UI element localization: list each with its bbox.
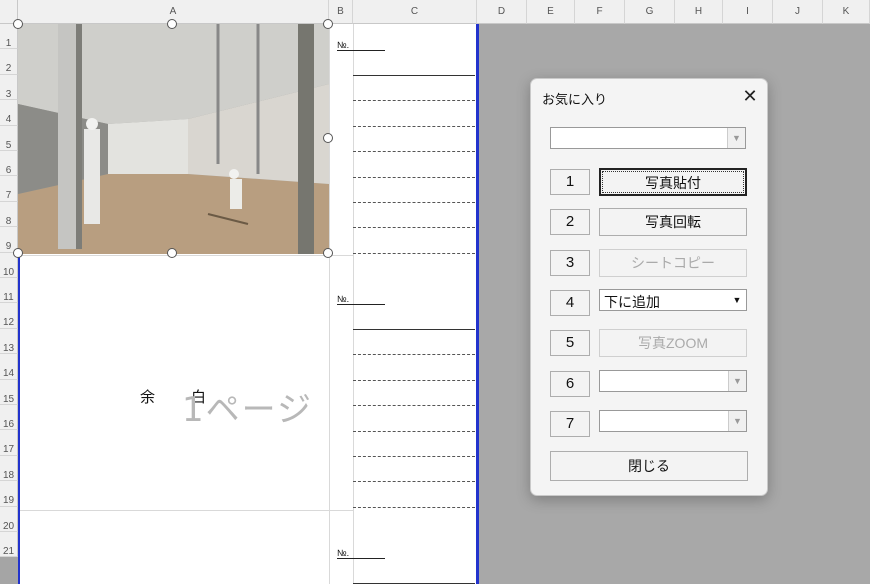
column-header-f[interactable]: F (575, 0, 625, 24)
number-button-1[interactable]: 1 (550, 169, 590, 195)
resize-handle[interactable] (323, 19, 333, 29)
dotted-line (353, 506, 475, 508)
row-header-21[interactable]: 21 (0, 532, 18, 558)
dotted-line (353, 430, 475, 432)
copy-sheet-button[interactable]: シートコピー (599, 249, 747, 277)
column-header-e[interactable]: E (527, 0, 575, 24)
chevron-down-icon[interactable]: ▼ (727, 128, 745, 148)
number-button-5[interactable]: 5 (550, 330, 590, 356)
resize-handle[interactable] (167, 248, 177, 258)
add-below-select[interactable]: 下に追加 ▼ (599, 289, 747, 311)
paste-photo-button[interactable]: 写真貼付 (599, 168, 747, 196)
dotted-line (353, 151, 475, 153)
row-header-19[interactable]: 19 (0, 481, 18, 507)
column-header-b[interactable]: B (329, 0, 353, 24)
number-label: №. (337, 548, 385, 559)
row-header-18[interactable]: 18 (0, 455, 18, 482)
dotted-line (353, 100, 475, 102)
row-header-16[interactable]: 16 (0, 405, 18, 431)
chevron-down-icon[interactable]: ▼ (728, 411, 746, 431)
row-header-5[interactable]: 5 (0, 125, 18, 151)
chevron-down-icon[interactable]: ▼ (728, 371, 746, 391)
column-header-d[interactable]: D (477, 0, 527, 24)
row-header-7[interactable]: 7 (0, 176, 18, 202)
column-header-h[interactable]: H (675, 0, 723, 24)
row-header-20[interactable]: 20 (0, 506, 18, 532)
close-button[interactable]: 閉じる (550, 451, 748, 481)
column-header-c[interactable]: C (353, 0, 477, 24)
column-header-j[interactable]: J (773, 0, 823, 24)
number-label: №. (337, 40, 385, 51)
dotted-line (353, 456, 475, 457)
dotted-line (353, 379, 475, 381)
row-header-13[interactable]: 13 (0, 328, 18, 355)
column-header-g[interactable]: G (625, 0, 675, 24)
row-header-12[interactable]: 12 (0, 303, 18, 329)
dotted-line (353, 125, 475, 127)
number-button-7[interactable]: 7 (550, 411, 590, 437)
number-label: №. (337, 294, 385, 305)
dialog-title: お気に入り (542, 92, 608, 107)
dotted-line (353, 252, 475, 254)
photo-zoom-button[interactable]: 写真ZOOM (599, 329, 747, 357)
add-below-select-value: 下に追加 (604, 294, 660, 310)
option-7-select[interactable]: ▼ (599, 410, 747, 432)
column-header-i[interactable]: I (723, 0, 773, 24)
page-break-right (476, 24, 479, 584)
dotted-line (353, 202, 475, 203)
resize-handle[interactable] (323, 248, 333, 258)
underline (353, 329, 475, 330)
dotted-line (353, 176, 475, 178)
number-button-6[interactable]: 6 (550, 371, 590, 397)
construction-photo[interactable] (18, 24, 329, 254)
option-6-select[interactable]: ▼ (599, 370, 747, 392)
dotted-line (353, 405, 475, 407)
column-header-k[interactable]: K (823, 0, 870, 24)
resize-handle[interactable] (13, 19, 23, 29)
resize-handle[interactable] (13, 248, 23, 258)
page-number-watermark: 1ページ (182, 390, 313, 430)
row-header-14[interactable]: 14 (0, 354, 18, 380)
row-header-8[interactable]: 8 (0, 201, 18, 228)
row-header-3[interactable]: 3 (0, 74, 18, 101)
number-button-2[interactable]: 2 (550, 209, 590, 235)
rotate-photo-button[interactable]: 写真回転 (599, 208, 747, 236)
resize-handle[interactable] (323, 133, 333, 143)
resize-handle[interactable] (167, 19, 177, 29)
number-button-4[interactable]: 4 (550, 290, 590, 316)
favorites-dialog: お気に入り ✕ ▼ 1 写真貼付 2 写真回転 3 シートコピー 4 下に追加 … (530, 78, 768, 496)
row-header-15[interactable]: 15 (0, 379, 18, 405)
row-header-17[interactable]: 17 (0, 430, 18, 456)
number-button-3[interactable]: 3 (550, 250, 590, 276)
dotted-line (353, 354, 475, 356)
chevron-down-icon[interactable]: ▼ (728, 290, 746, 310)
dotted-line (353, 481, 475, 483)
row-header-4[interactable]: 4 (0, 100, 18, 126)
close-icon[interactable]: ✕ (739, 85, 761, 107)
favorites-select[interactable]: ▼ (550, 127, 746, 149)
row-header-6[interactable]: 6 (0, 151, 18, 177)
row-header-11[interactable]: 11 (0, 278, 18, 304)
underline (353, 75, 475, 76)
dotted-line (353, 227, 475, 229)
row-header-2[interactable]: 2 (0, 49, 18, 75)
